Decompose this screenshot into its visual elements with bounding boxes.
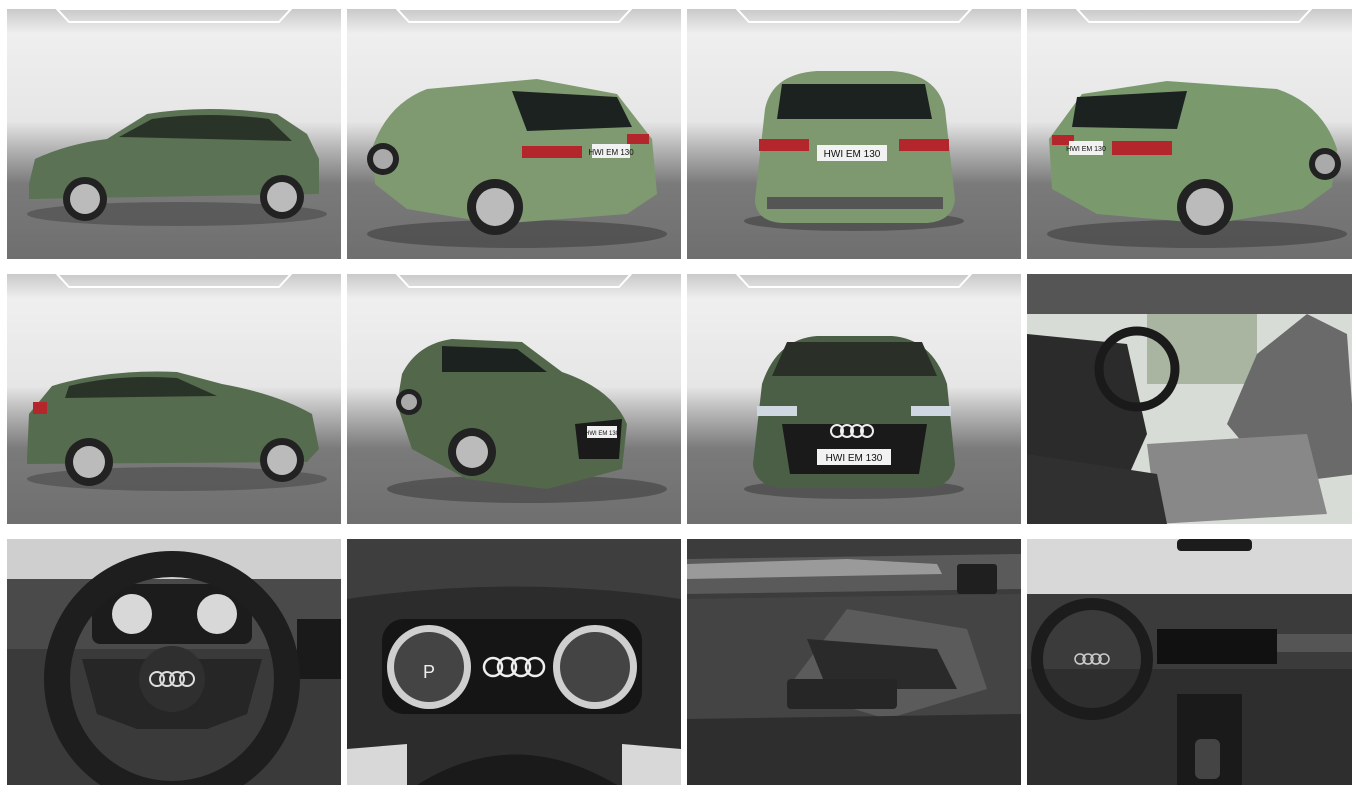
car-rear-right-image: HWI EM 130 [1047, 9, 1347, 248]
car-rear-left-image: HWI EM 130 [367, 9, 667, 248]
rearview-mirror-icon [1177, 539, 1252, 551]
seat-memory-buttons-icon [957, 564, 997, 594]
photo-thumbnail-7[interactable]: HWI EM 130 [687, 274, 1021, 524]
car-rear-image: HWI EM 130 [735, 9, 973, 231]
photo-thumbnail-12[interactable] [1027, 539, 1352, 785]
car-side-right-image [27, 274, 327, 491]
car-front-image: HWI EM 130 [735, 274, 973, 499]
photo-thumbnail-11[interactable] [687, 539, 1021, 785]
car-side-left-image [27, 9, 327, 226]
photo-thumbnail-5[interactable] [7, 274, 341, 524]
photo-thumbnail-1[interactable] [7, 9, 341, 259]
photo-thumbnail-6[interactable]: HWI EM 130 [347, 274, 681, 524]
steering-wheel-image [7, 539, 341, 785]
gear-selector-icon [1195, 739, 1220, 779]
photo-thumbnail-2[interactable]: HWI EM 130 [347, 9, 681, 259]
photo-thumbnail-8[interactable] [1027, 274, 1352, 524]
instrument-cluster-image: P [347, 539, 681, 785]
dashboard-image [1027, 539, 1352, 785]
svg-text:HWI EM 130: HWI EM 130 [588, 148, 634, 157]
photo-thumbnail-9[interactable] [7, 539, 341, 785]
door-panel-image [687, 539, 1021, 785]
car-front-quarter-image: HWI EM 130 [387, 274, 667, 503]
photo-gallery: HWI EM 130 HWI EM 130 HWI EM 130 HWI EM … [0, 0, 1352, 785]
svg-text:HWI EM 130: HWI EM 130 [826, 453, 883, 464]
svg-text:HWI EM 130: HWI EM 130 [585, 431, 620, 437]
photo-thumbnail-10[interactable]: P [347, 539, 681, 785]
photo-thumbnail-3[interactable]: HWI EM 130 [687, 9, 1021, 259]
svg-text:HWI EM 130: HWI EM 130 [824, 149, 881, 160]
svg-text:HWI EM 130: HWI EM 130 [1066, 146, 1106, 153]
photo-thumbnail-4[interactable]: HWI EM 130 [1027, 9, 1352, 259]
window-switch-panel-icon [787, 679, 897, 709]
interior-seats-image [1027, 274, 1352, 524]
gear-indicator: P [423, 662, 435, 682]
